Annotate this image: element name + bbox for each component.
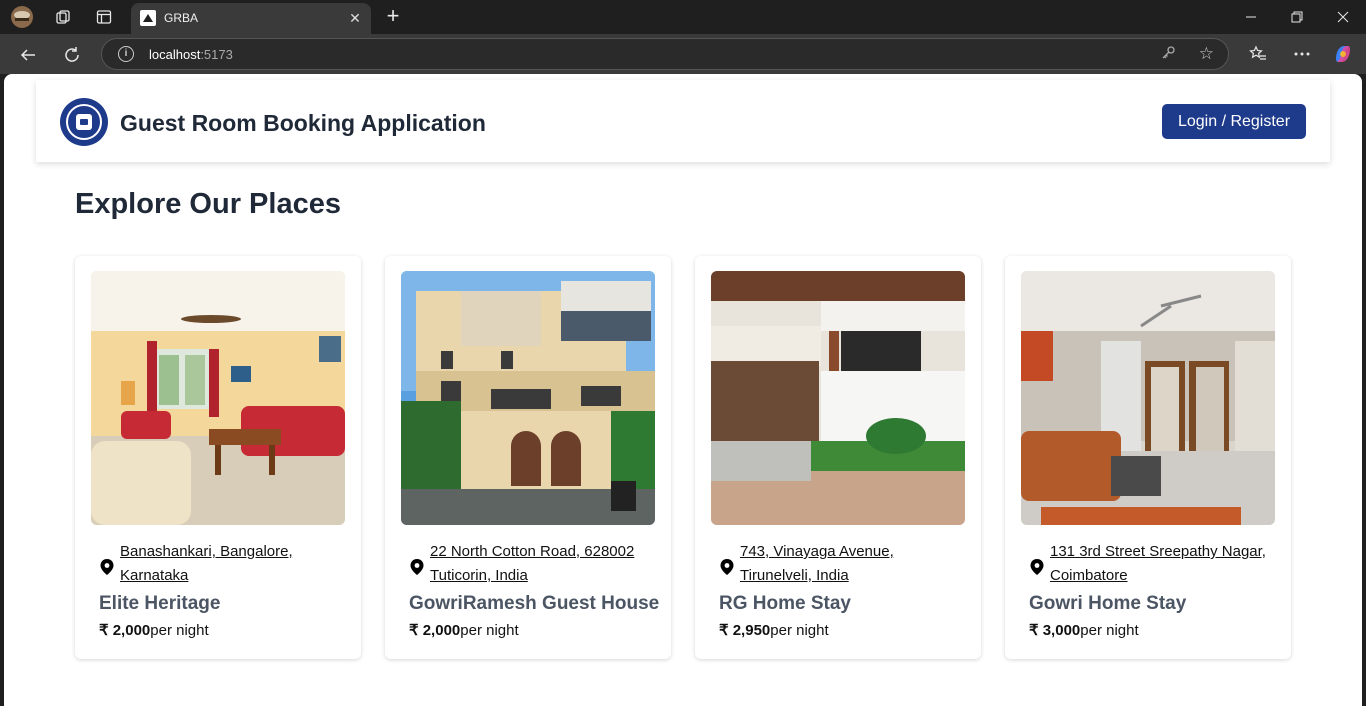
restore-icon[interactable]: [1274, 0, 1320, 34]
place-card[interactable]: Banashankari, Bangalore, Karnataka Elite…: [75, 256, 361, 659]
location-pin-icon: [100, 559, 114, 575]
place-name[interactable]: Elite Heritage: [99, 593, 220, 615]
tab-actions-icon[interactable]: [93, 6, 115, 28]
place-price: ₹ 2,000per night: [409, 622, 519, 639]
minimize-icon[interactable]: [1228, 0, 1274, 34]
location-pin-icon: [1030, 559, 1044, 575]
place-photo[interactable]: [91, 271, 345, 525]
new-tab-icon[interactable]: +: [381, 5, 405, 28]
favorites-icon[interactable]: [1246, 42, 1270, 66]
site-header: Guest Room Booking Application Login / R…: [36, 80, 1330, 162]
place-photo[interactable]: [401, 271, 655, 525]
place-card[interactable]: 743, Vinayaga Avenue, Tirunelveli, India…: [695, 256, 981, 659]
app-logo-icon[interactable]: [60, 98, 108, 146]
login-register-button[interactable]: Login / Register: [1162, 104, 1306, 139]
close-window-icon[interactable]: [1320, 0, 1366, 34]
section-title: Explore Our Places: [75, 188, 341, 220]
place-card[interactable]: 131 3rd Street Sreepathy Nagar, Coimbato…: [1005, 256, 1291, 659]
place-address[interactable]: 743, Vinayaga Avenue, Tirunelveli, India: [740, 540, 970, 588]
active-tab[interactable]: GRBA ✕: [131, 3, 371, 34]
place-address[interactable]: 22 North Cotton Road, 628002 Tuticorin, …: [430, 540, 660, 588]
back-icon[interactable]: [15, 42, 41, 68]
place-address[interactable]: Banashankari, Bangalore, Karnataka: [120, 540, 350, 588]
place-card[interactable]: 22 North Cotton Road, 628002 Tuticorin, …: [385, 256, 671, 659]
page-viewport: Guest Room Booking Application Login / R…: [4, 74, 1362, 706]
more-icon[interactable]: [1290, 42, 1314, 66]
place-photo[interactable]: [1021, 271, 1275, 525]
app-title: Guest Room Booking Application: [120, 110, 486, 136]
place-price: ₹ 2,000per night: [99, 622, 209, 639]
place-name[interactable]: Gowri Home Stay: [1029, 593, 1186, 615]
place-price: ₹ 2,950per night: [719, 622, 829, 639]
favicon-icon: [140, 10, 156, 26]
place-photo[interactable]: [711, 271, 965, 525]
place-address[interactable]: 131 3rd Street Sreepathy Nagar, Coimbato…: [1050, 540, 1280, 588]
location-pin-icon: [410, 559, 424, 575]
password-key-icon[interactable]: [1160, 45, 1176, 66]
url-text: localhost:5173: [149, 47, 233, 62]
place-name[interactable]: GowriRamesh Guest House: [409, 593, 659, 615]
browser-toolbar: i localhost:5173 ☆: [0, 34, 1366, 74]
location-pin-icon: [720, 559, 734, 575]
star-icon[interactable]: ☆: [1199, 44, 1214, 64]
reload-icon[interactable]: [59, 42, 85, 68]
copilot-icon[interactable]: [1331, 42, 1355, 66]
site-info-icon[interactable]: i: [118, 46, 134, 62]
place-name[interactable]: RG Home Stay: [719, 593, 851, 615]
close-tab-icon[interactable]: ✕: [347, 10, 363, 26]
tab-title: GRBA: [164, 11, 199, 25]
place-price: ₹ 3,000per night: [1029, 622, 1139, 639]
address-bar[interactable]: i localhost:5173 ☆: [101, 38, 1229, 70]
browser-tab-bar: GRBA ✕ +: [0, 0, 1366, 34]
workspaces-icon[interactable]: [52, 6, 74, 28]
profile-icon[interactable]: [10, 5, 34, 29]
